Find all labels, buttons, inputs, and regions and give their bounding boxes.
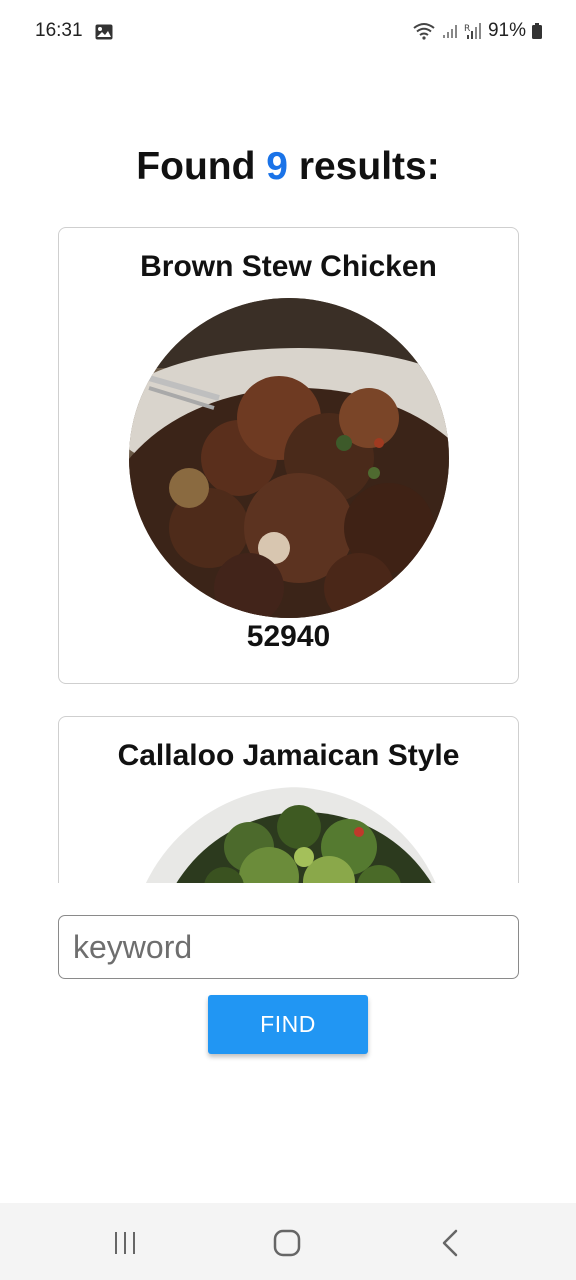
recipe-image[interactable] (129, 787, 449, 883)
home-icon[interactable] (267, 1225, 307, 1261)
status-bar: 16:31 R 91% (0, 0, 576, 64)
recipe-title: Callaloo Jamaican Style (117, 739, 460, 772)
svg-text:R: R (464, 24, 470, 34)
results-list[interactable]: Brown Stew Chicken 52940 Callaloo Jamaic… (58, 226, 519, 883)
recipe-card[interactable]: Brown Stew Chicken 52940 (58, 227, 519, 684)
result-count: 9 (266, 145, 288, 188)
recipe-number: 52940 (246, 620, 331, 653)
recipe-title: Brown Stew Chicken (140, 250, 437, 283)
recipe-card[interactable]: Callaloo Jamaican Style (58, 716, 519, 883)
gallery-notification-icon (95, 24, 113, 40)
back-icon[interactable] (430, 1225, 470, 1261)
signal-icon-1 (442, 23, 458, 39)
status-icons: R 91% (412, 20, 542, 42)
find-button[interactable]: FIND (208, 995, 368, 1054)
navigation-bar (0, 1203, 576, 1280)
keyword-input[interactable] (58, 915, 519, 979)
wifi-icon (412, 22, 436, 40)
recipe-image[interactable] (129, 298, 449, 618)
heading-suffix: results: (298, 145, 440, 188)
signal-icon-2: R (464, 22, 482, 40)
recent-apps-icon[interactable] (105, 1225, 145, 1261)
heading-prefix: Found (136, 145, 256, 188)
battery-icon (532, 23, 542, 39)
status-time: 16:31 (35, 20, 83, 41)
battery-percent: 91% (487, 20, 526, 41)
results-heading: Found 9 results: (0, 145, 576, 189)
